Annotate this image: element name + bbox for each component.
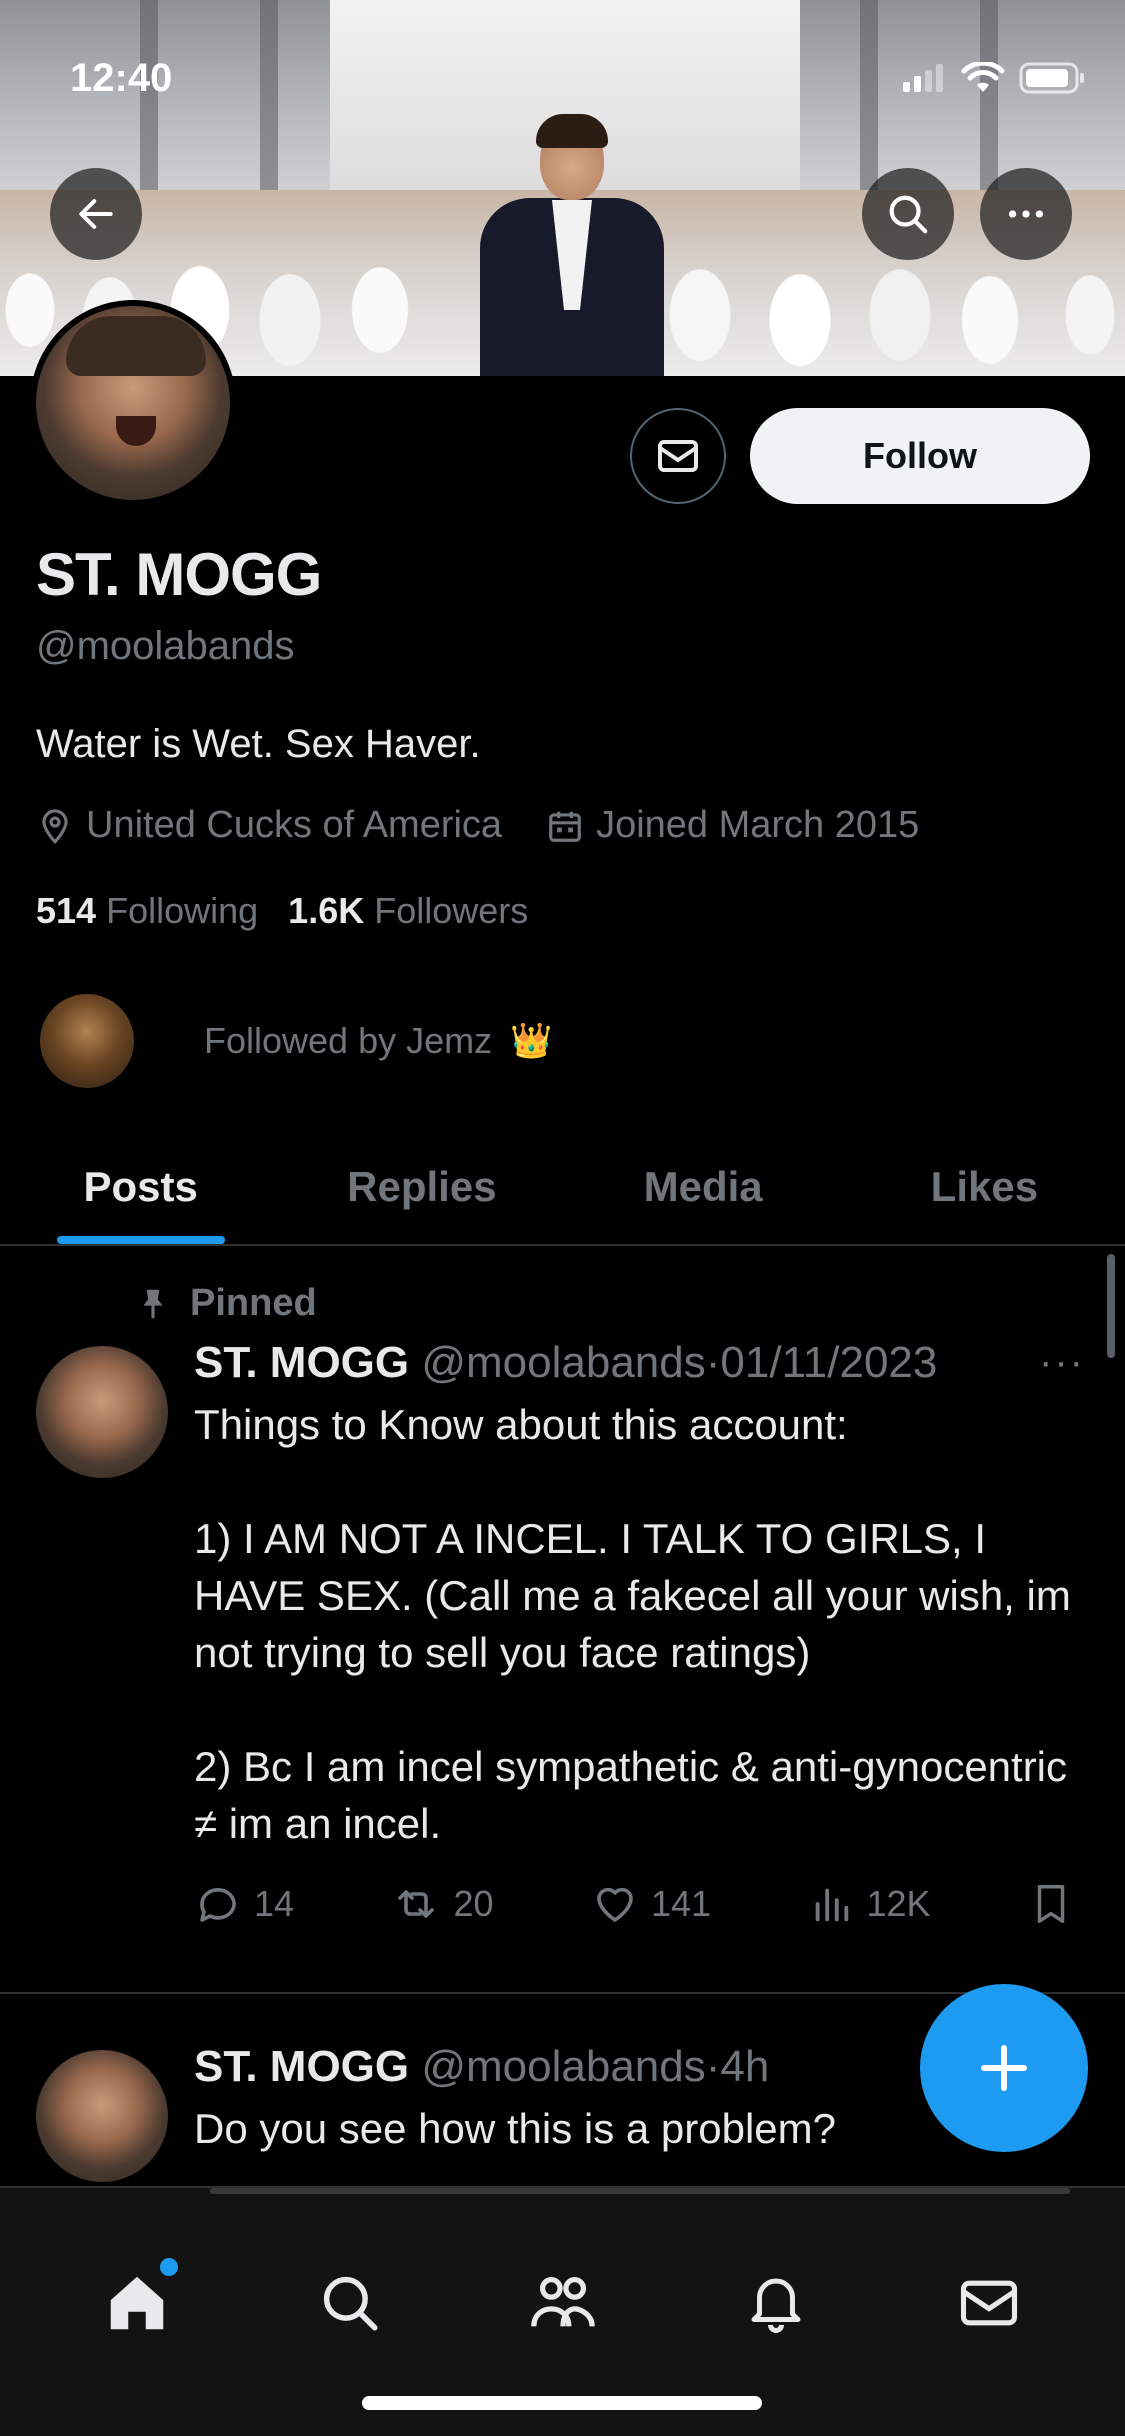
location-text: United Cucks of America (86, 804, 503, 846)
nav-home[interactable] (92, 2258, 182, 2348)
heart-icon (597, 1887, 633, 1922)
post-separator: · (705, 1338, 721, 1387)
following-count: 514 (36, 890, 97, 931)
post-paragraph: 1) I AM NOT A INCEL. I TALK TO GIRLS, I … (194, 1515, 1071, 1676)
battery-icon (1019, 62, 1084, 94)
profile-bio: Water is Wet. Sex Haver. (36, 722, 481, 766)
more-button[interactable] (980, 168, 1072, 260)
status-time: 12:40 (70, 56, 173, 100)
followed-by[interactable]: Followed by Jemz 👑 (40, 994, 552, 1088)
repost-count: 20 (453, 1883, 494, 1924)
post-author-handle[interactable]: @moolabands (421, 2042, 705, 2091)
post-author-name[interactable]: ST. MOGG (194, 1338, 409, 1387)
profile-location: United Cucks of America (36, 804, 502, 847)
arrow-left-icon (79, 199, 113, 229)
location-pin-icon (42, 808, 68, 844)
tab-posts[interactable]: Posts (0, 1130, 281, 1244)
back-button[interactable] (50, 168, 142, 260)
profile-joined: Joined March 2015 (546, 804, 919, 847)
profile-meta: United Cucks of America Joined March 201… (36, 804, 963, 847)
post-timestamp[interactable]: 4h (720, 2042, 769, 2091)
joined-text: Joined March 2015 (596, 804, 920, 846)
followers-label: Followers (374, 890, 529, 931)
post-paragraph: Things to Know about this account: (194, 1401, 848, 1448)
bell-icon (751, 2278, 800, 2333)
profile-avatar[interactable] (30, 300, 236, 506)
media-preview-edge (210, 2188, 1070, 2194)
views-count: 12K (866, 1883, 931, 1924)
plus-icon (981, 2045, 1027, 2091)
profile-handle: @moolabands (36, 624, 295, 668)
post-author-handle[interactable]: @moolabands (421, 1338, 705, 1387)
followers-link[interactable]: 1.6K Followers (288, 890, 528, 932)
post-header: ST. MOGG @moolabands·4h (194, 2042, 769, 2092)
profile-tabs: Posts Replies Media Likes (0, 1130, 1125, 1246)
display-name: ST. MOGG (36, 541, 322, 608)
post-avatar[interactable] (36, 2050, 168, 2182)
tab-likes[interactable]: Likes (844, 1130, 1125, 1244)
reply-button[interactable]: 14 (194, 1880, 294, 1928)
repost-icon (398, 1890, 435, 1918)
nav-search[interactable] (305, 2258, 395, 2348)
post-author-name[interactable]: ST. MOGG (194, 2042, 409, 2091)
calendar-icon (549, 811, 581, 842)
follow-counts: 514 Following 1.6K Followers (36, 890, 528, 932)
message-button[interactable] (630, 408, 726, 504)
post-actions: 14 20 141 12K (194, 1880, 1074, 1928)
scrollbar[interactable] (1107, 1254, 1115, 1358)
banner-groom (470, 114, 670, 376)
nav-messages[interactable] (944, 2258, 1034, 2348)
followers-count: 1.6K (288, 890, 365, 931)
like-button[interactable]: 141 (591, 1880, 711, 1928)
crown-emoji-icon: 👑 (510, 1022, 553, 1060)
nav-communities[interactable] (518, 2258, 608, 2348)
repost-button[interactable]: 20 (391, 1880, 494, 1928)
followed-by-text: Followed by Jemz (204, 1020, 493, 1061)
search-icon (323, 2276, 377, 2331)
notification-dot (159, 2258, 178, 2276)
envelope-icon (960, 2280, 1017, 2326)
pinned-text: Pinned (190, 1282, 317, 1324)
bookmark-icon (1037, 1885, 1065, 1923)
post-separator: · (705, 2042, 721, 2091)
following-label: Following (106, 890, 259, 931)
people-icon (530, 2277, 595, 2327)
like-count: 141 (650, 1883, 712, 1924)
bar-chart-icon (816, 1888, 849, 1922)
tab-media[interactable]: Media (563, 1130, 844, 1244)
pinned-label: Pinned (134, 1282, 317, 1325)
bookmark-button[interactable] (1028, 1881, 1074, 1927)
comment-icon (200, 1888, 236, 1922)
post-avatar[interactable] (36, 1346, 168, 1478)
search-button[interactable] (862, 168, 954, 260)
cellular-signal-icon (903, 64, 943, 92)
home-icon (110, 2276, 163, 2330)
post-timestamp[interactable]: 01/11/2023 (720, 1338, 937, 1387)
nav-notifications[interactable] (731, 2258, 821, 2348)
reply-count: 14 (254, 1883, 295, 1924)
following-link[interactable]: 514 Following (36, 890, 258, 932)
wifi-icon (961, 62, 1005, 92)
post-header: ST. MOGG @moolabands·01/11/2023 (194, 1338, 937, 1388)
tab-replies[interactable]: Replies (281, 1130, 562, 1244)
more-horizontal-icon (1008, 210, 1044, 218)
post-body[interactable]: Things to Know about this account: 1) I … (194, 1396, 1074, 1852)
follower-avatar (40, 994, 134, 1088)
post-paragraph: 2) Bc I am incel sympathetic & anti-gyno… (194, 1743, 1068, 1847)
post-divider (0, 1992, 1125, 1994)
compose-button[interactable] (920, 1984, 1088, 2152)
home-indicator[interactable] (362, 2396, 762, 2410)
post-more-button[interactable]: ··· (1039, 1340, 1085, 1385)
search-icon (889, 195, 928, 234)
status-icons (903, 62, 1085, 94)
pin-icon (143, 1289, 163, 1318)
follow-button[interactable]: Follow (750, 408, 1090, 504)
views-button[interactable]: 12K (808, 1881, 931, 1927)
envelope-icon (658, 440, 698, 472)
